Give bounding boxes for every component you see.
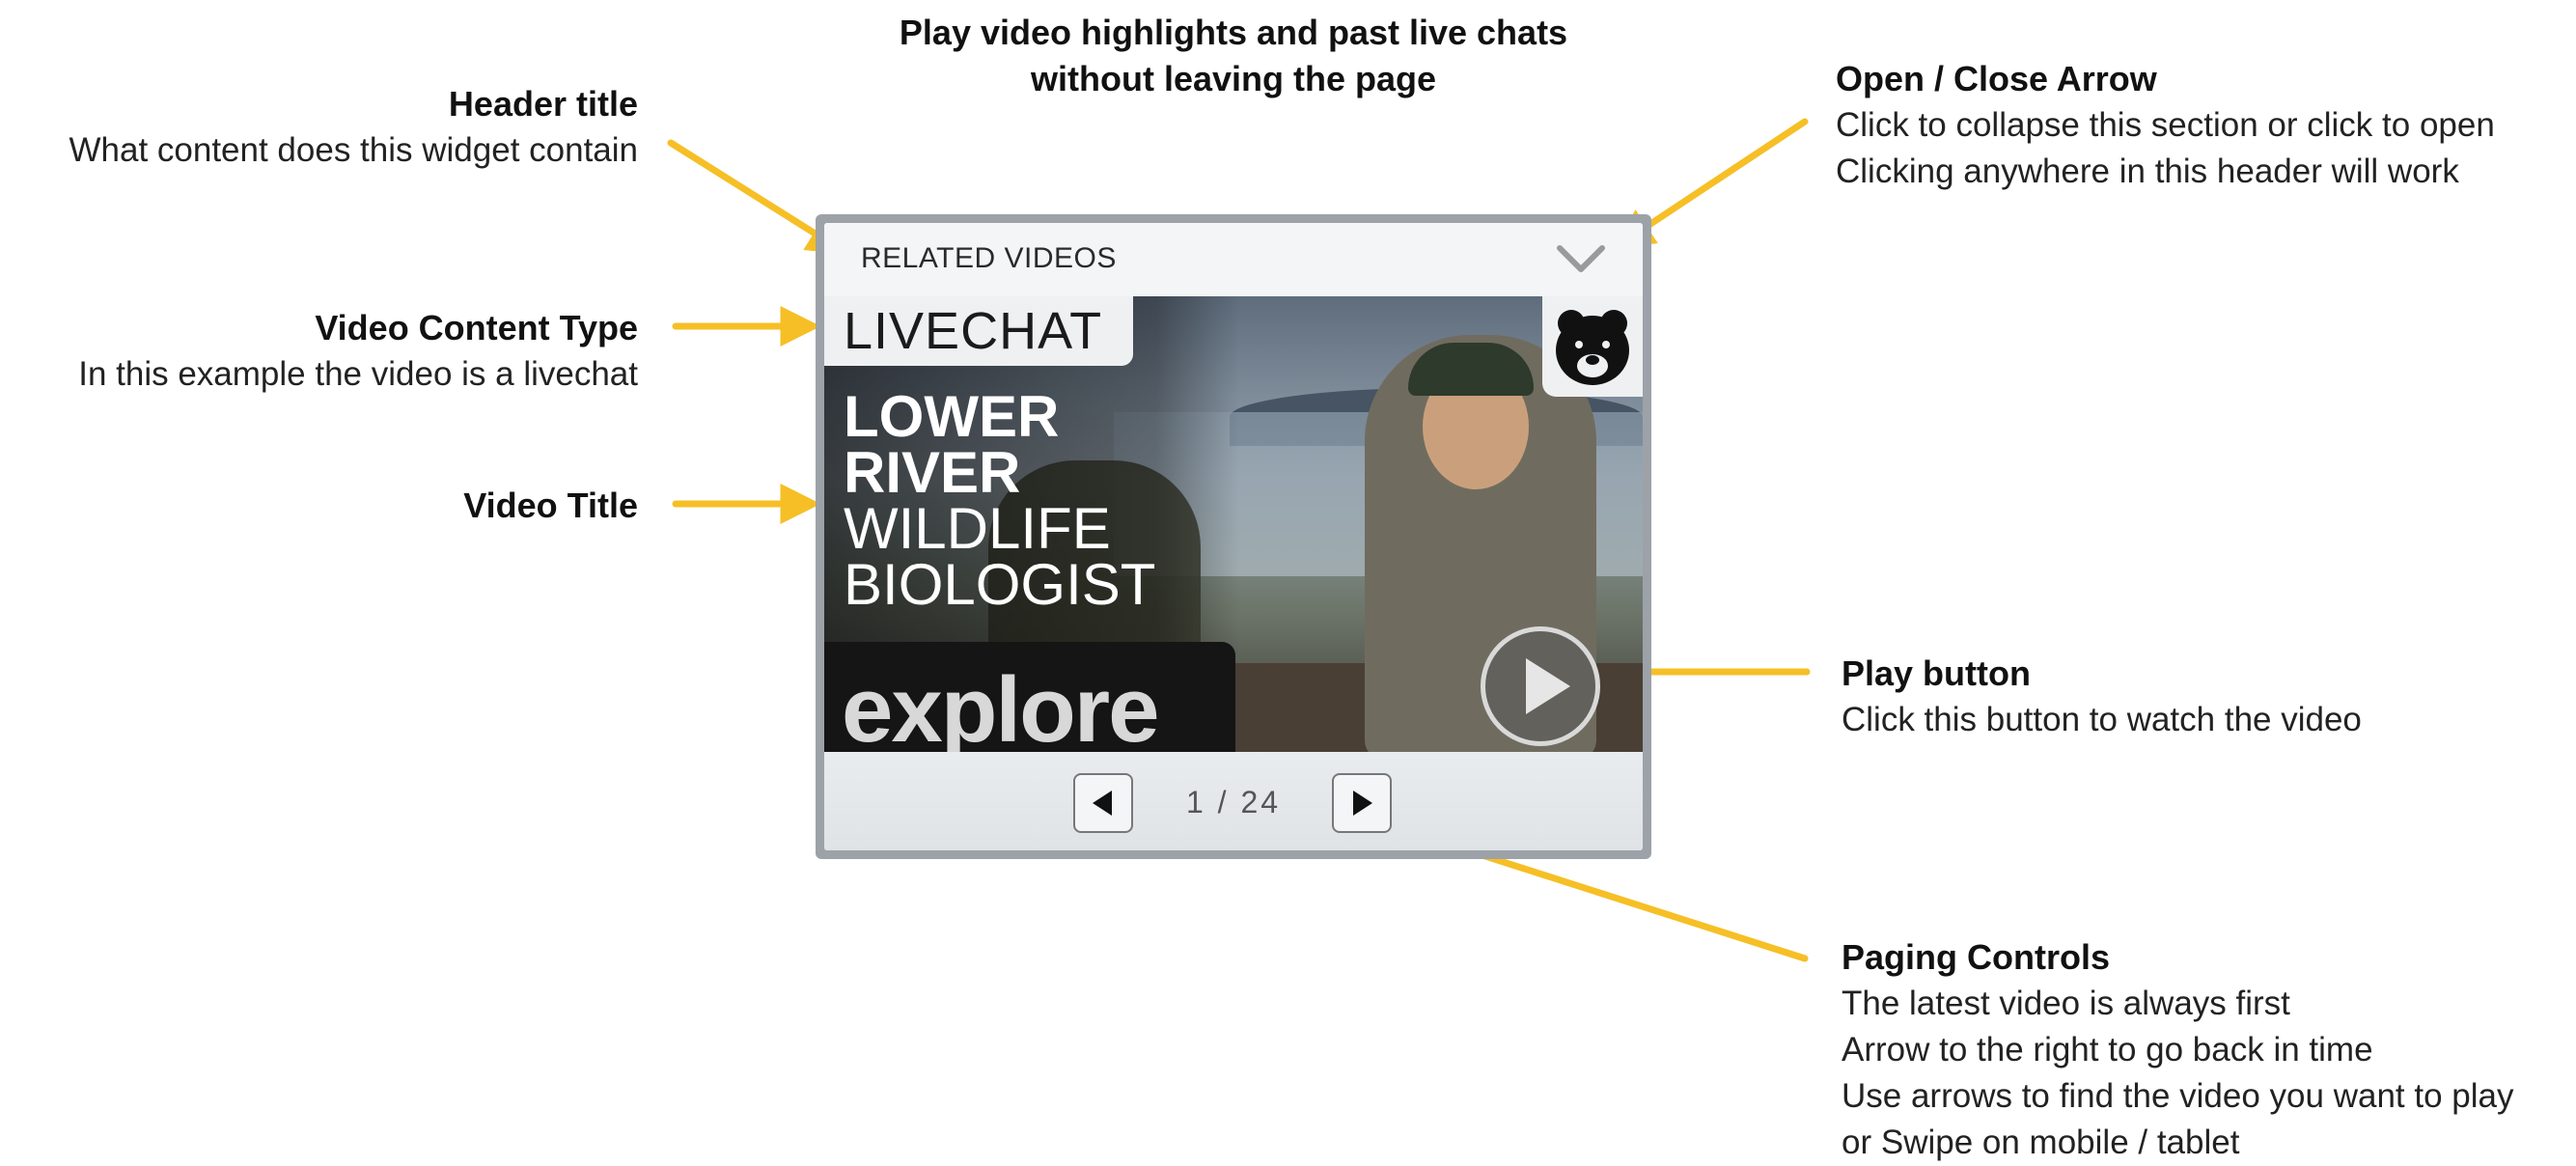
- chevron-down-icon[interactable]: [1556, 240, 1606, 275]
- page-current: 1: [1185, 785, 1206, 819]
- bear-logo-icon: [1556, 310, 1629, 385]
- open-close-annotation-desc-2: Clicking anywhere in this header will wo…: [1836, 153, 2459, 190]
- intro-annotation: Play video highlights and past live chat…: [840, 10, 1627, 102]
- prev-page-button[interactable]: [1073, 773, 1133, 833]
- next-arrow-icon: [1353, 791, 1372, 816]
- brand-logo-text: explore: [842, 658, 1159, 752]
- paging-annotation-desc-1: The latest video is always first: [1842, 985, 2290, 1022]
- page-separator: /: [1217, 785, 1230, 819]
- paging-annotation-desc-3: Use arrows to find the video you want to…: [1842, 1077, 2514, 1115]
- arrow-header-title: [667, 139, 848, 255]
- intro-line-2: without leaving the page: [1030, 59, 1437, 98]
- scene-person-hat: [1408, 343, 1534, 396]
- play-icon: [1526, 658, 1570, 714]
- video-title-line-4: BIOLOGIST: [844, 552, 1156, 617]
- brand-logo: explore: [824, 642, 1235, 752]
- content-type-badge: LIVECHAT: [824, 296, 1133, 366]
- play-annotation-title: Play button: [1842, 653, 2031, 693]
- paging-annotation-title: Paging Controls: [1842, 937, 2110, 977]
- intro-line-1: Play video highlights and past live chat…: [899, 13, 1568, 52]
- content-type-annotation-desc: In this example the video is a livechat: [78, 355, 638, 393]
- open-close-annotation: Open / Close Arrow Click to collapse thi…: [1836, 56, 2569, 195]
- widget-header[interactable]: RELATED VIDEOS: [824, 223, 1643, 296]
- open-close-annotation-title: Open / Close Arrow: [1836, 59, 2157, 98]
- play-annotation-desc: Click this button to watch the video: [1842, 701, 2362, 738]
- video-title-line-3: WILDLIFE: [844, 496, 1111, 561]
- video-title-annotation: Video Title: [0, 483, 638, 529]
- bear-logo: [1542, 296, 1643, 397]
- video-title-line-1: LOWER: [844, 384, 1060, 449]
- related-videos-widget: RELATED VIDEOS LIVECHAT LOWER RIVER WILD…: [816, 214, 1651, 859]
- next-page-button[interactable]: [1332, 773, 1392, 833]
- header-title-annotation-desc: What content does this widget contain: [69, 131, 638, 169]
- content-type-annotation-title: Video Content Type: [315, 308, 638, 347]
- video-thumbnail[interactable]: LIVECHAT LOWER RIVER WILDLIFE BIOLOGIST …: [824, 296, 1643, 752]
- video-title: LOWER RIVER WILDLIFE BIOLOGIST: [844, 384, 1230, 617]
- prev-arrow-icon: [1093, 791, 1112, 816]
- open-close-annotation-desc-1: Click to collapse this section or click …: [1836, 106, 2495, 144]
- paging-controls: 1 / 24: [824, 752, 1643, 850]
- widget-header-title: RELATED VIDEOS: [861, 242, 1117, 274]
- play-button[interactable]: [1481, 626, 1600, 746]
- header-title-annotation-title: Header title: [448, 84, 638, 124]
- video-title-line-2: RIVER: [844, 440, 1021, 505]
- header-title-annotation: Header title What content does this widg…: [0, 81, 638, 174]
- paging-annotation: Paging Controls The latest video is alwa…: [1842, 934, 2570, 1166]
- widget-inner: RELATED VIDEOS LIVECHAT LOWER RIVER WILD…: [824, 223, 1643, 850]
- page-counter: 1 / 24: [1147, 785, 1320, 820]
- page-total: 24: [1240, 785, 1282, 819]
- play-annotation: Play button Click this button to watch t…: [1842, 651, 2556, 743]
- content-type-annotation: Video Content Type In this example the v…: [0, 305, 638, 398]
- content-type-label: LIVECHAT: [844, 302, 1103, 360]
- paging-annotation-desc-2: Arrow to the right to go back in time: [1842, 1031, 2373, 1069]
- video-title-annotation-title: Video Title: [463, 486, 638, 525]
- paging-annotation-desc-4: or Swipe on mobile / tablet: [1842, 1124, 2240, 1161]
